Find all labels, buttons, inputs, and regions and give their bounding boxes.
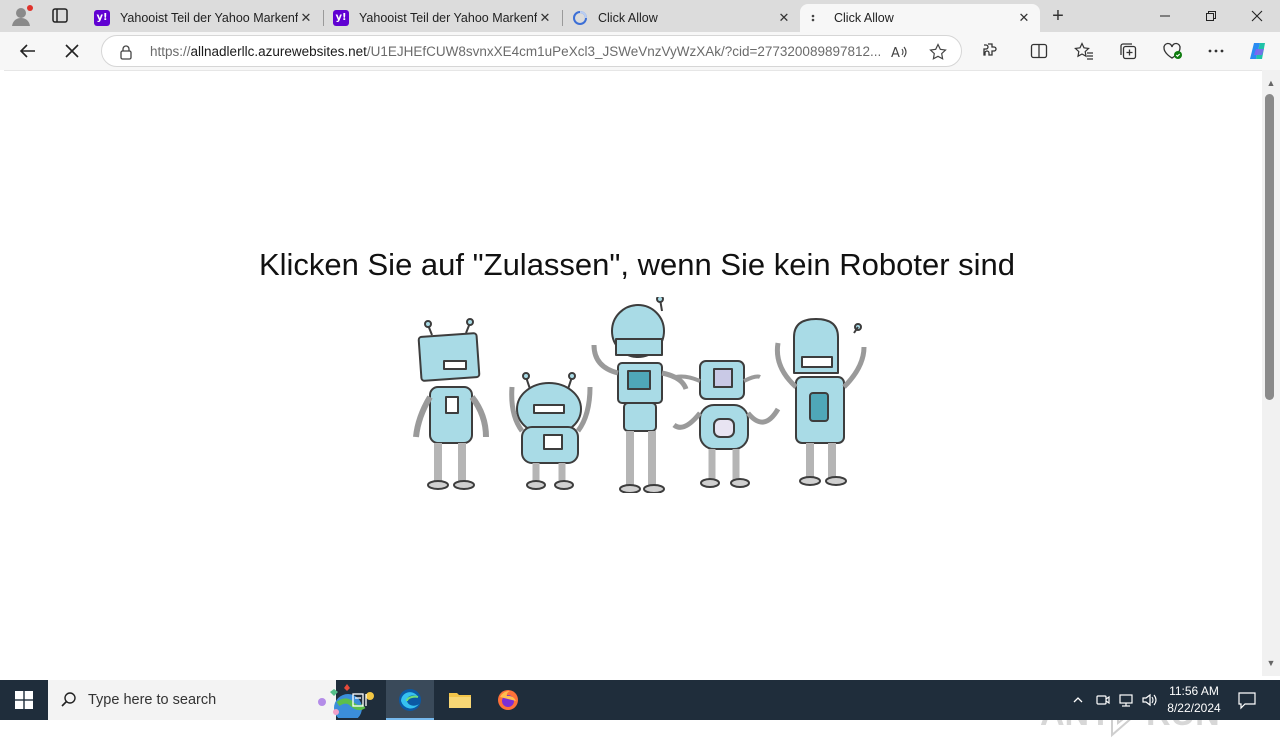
edge-taskbar-button[interactable]: [386, 680, 434, 720]
robot-1: [413, 318, 489, 490]
tab-title: Yahooist Teil der Yahoo Markenfa: [120, 11, 298, 25]
robots-illustration: [413, 297, 867, 493]
svg-text:A: A: [891, 46, 900, 61]
file-explorer-button[interactable]: [436, 680, 484, 720]
folder-icon: [449, 693, 471, 708]
tab-strip: y! Yahooist Teil der Yahoo Markenfa ✕ y!…: [0, 0, 1280, 32]
notification-icon[interactable]: [1236, 690, 1258, 710]
loading-icon: [572, 10, 588, 26]
robot-4: [672, 360, 781, 488]
scroll-thumb[interactable]: [1265, 94, 1274, 400]
page-headline: Klicken Sie auf "Zulassen", wenn Sie kei…: [258, 247, 1016, 282]
taskbar-clock[interactable]: 11:56 AM 8/22/2024: [1160, 683, 1228, 717]
page-viewport: Klicken Sie auf "Zulassen", wenn Sie kei…: [4, 70, 1262, 738]
tab-actions-icon[interactable]: [46, 4, 74, 28]
close-icon[interactable]: ✕: [776, 10, 792, 26]
profile-icon[interactable]: [8, 4, 36, 28]
tab-click-allow-1[interactable]: Click Allow ✕: [564, 4, 800, 32]
collections-icon[interactable]: [1116, 39, 1140, 63]
new-tab-button[interactable]: +: [1046, 5, 1070, 27]
network-icon[interactable]: [1116, 690, 1136, 710]
browser-toolbar: https://allnadlerllc.azurewebsites.net/U…: [0, 32, 1280, 70]
url-host: allnadlerllc.azurewebsites.net: [190, 44, 367, 59]
tab-divider: [562, 10, 563, 26]
copilot-icon[interactable]: [1246, 39, 1270, 63]
windows-taskbar: Type here to search 11:56 AM 8/22/2024: [0, 680, 1280, 720]
close-icon[interactable]: ✕: [1016, 10, 1032, 26]
vertical-scrollbar[interactable]: ▲ ▼: [1262, 70, 1280, 676]
task-view-button[interactable]: [336, 680, 384, 720]
tab-click-allow-active[interactable]: Click Allow ✕: [800, 4, 1040, 32]
close-icon[interactable]: ✕: [537, 10, 553, 26]
scroll-down-arrow-icon[interactable]: ▼: [1265, 658, 1277, 668]
close-window-button[interactable]: [1234, 0, 1280, 32]
back-arrow-icon[interactable]: [16, 39, 40, 63]
close-icon[interactable]: ✕: [298, 10, 314, 26]
robot-5: [774, 318, 867, 486]
stop-loading-icon[interactable]: [60, 39, 84, 63]
favorite-star-icon[interactable]: [928, 42, 948, 62]
url-text[interactable]: https://allnadlerllc.azurewebsites.net/U…: [150, 44, 880, 59]
tab-title: Yahooist Teil der Yahoo Markenfa: [359, 11, 537, 25]
restore-button[interactable]: [1188, 0, 1234, 32]
loading-dots-icon: [808, 10, 824, 26]
favorites-icon[interactable]: [1072, 39, 1096, 63]
task-view-icon: [352, 693, 367, 707]
yahoo-icon: y!: [333, 10, 349, 26]
firefox-icon: [498, 690, 518, 710]
meet-now-icon[interactable]: [1093, 690, 1113, 710]
tab-divider: [323, 10, 324, 26]
lock-icon[interactable]: [118, 44, 134, 60]
robot-2: [509, 372, 593, 490]
search-icon: [60, 691, 78, 709]
read-aloud-icon[interactable]: A: [889, 42, 909, 62]
edge-icon: [399, 689, 421, 711]
tab-title: Click Allow: [598, 11, 658, 25]
tab-yahoo-1[interactable]: y! Yahooist Teil der Yahoo Markenfa ✕: [86, 4, 322, 32]
clock-date: 8/22/2024: [1167, 701, 1221, 715]
firefox-button[interactable]: [484, 680, 532, 720]
tray-chevron-icon[interactable]: [1068, 690, 1088, 710]
windows-logo-icon: [15, 691, 33, 709]
clock-time: 11:56 AM: [1169, 684, 1219, 698]
url-path: /U1EJHEfCUW8svnxXE4cm1uPeXcl3_JSWeVnzVyW…: [366, 44, 880, 59]
url-scheme: https://: [150, 44, 191, 59]
volume-icon[interactable]: [1140, 690, 1160, 710]
more-menu-icon[interactable]: [1204, 39, 1228, 63]
address-bar[interactable]: https://allnadlerllc.azurewebsites.net/U…: [101, 35, 962, 67]
minimize-button[interactable]: [1142, 0, 1188, 32]
scroll-up-arrow-icon[interactable]: ▲: [1265, 78, 1277, 88]
extensions-icon[interactable]: [979, 39, 1003, 63]
yahoo-icon: y!: [94, 10, 110, 26]
search-placeholder: Type here to search: [88, 692, 217, 708]
start-button[interactable]: [0, 680, 48, 720]
tab-yahoo-2[interactable]: y! Yahooist Teil der Yahoo Markenfa ✕: [325, 4, 561, 32]
browser-essentials-icon[interactable]: [1160, 39, 1184, 63]
robot-3: [591, 297, 689, 493]
tab-title: Click Allow: [834, 11, 894, 25]
taskbar-search-box[interactable]: Type here to search: [48, 680, 374, 720]
split-screen-icon[interactable]: [1027, 39, 1051, 63]
